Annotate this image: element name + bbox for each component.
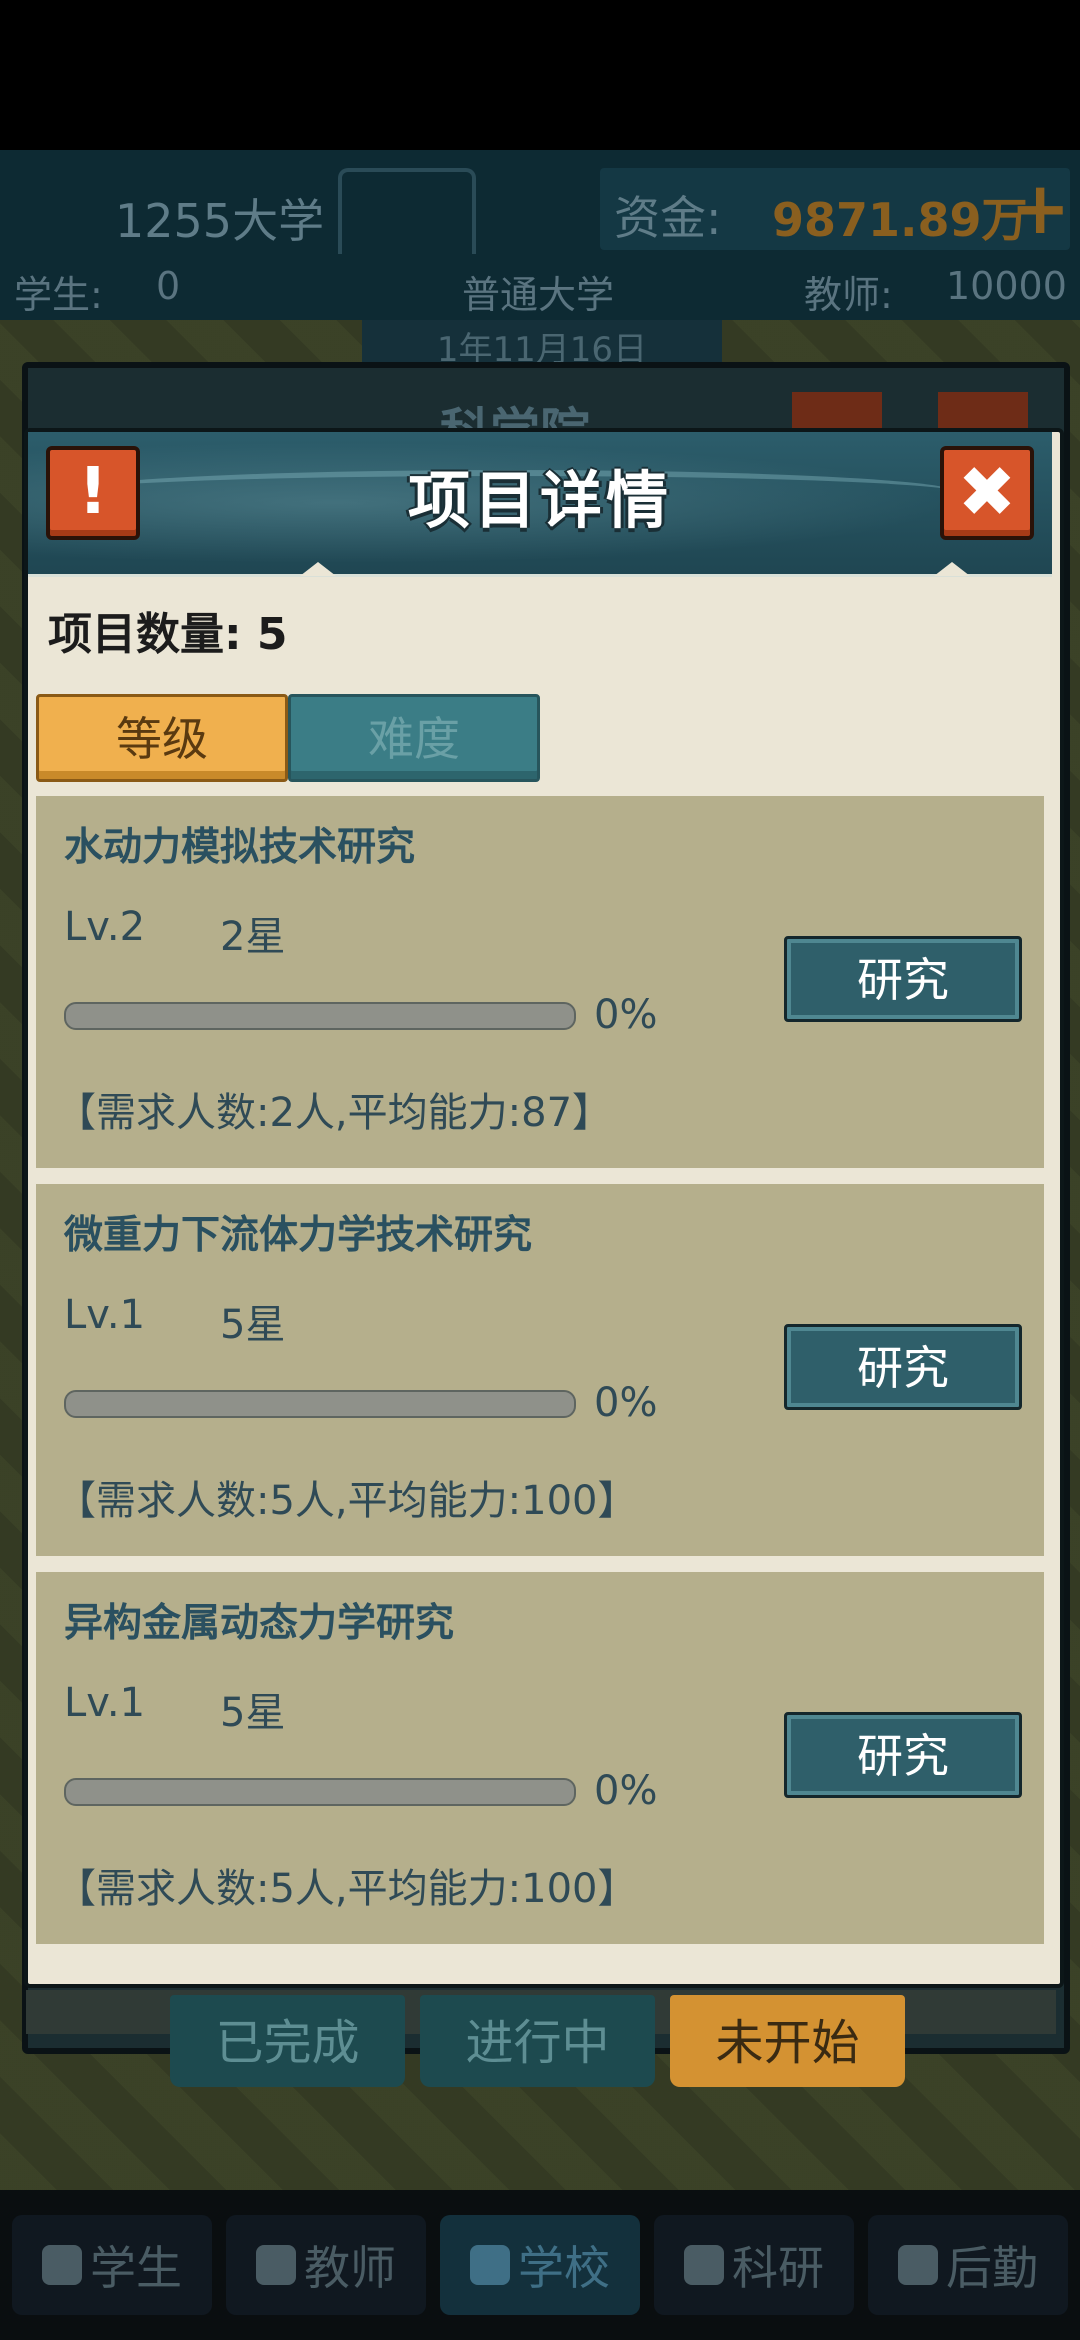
nav-research[interactable]: 科研 (654, 2215, 854, 2315)
school-name: 1255大学 (115, 194, 325, 248)
project-level: Lv.1 (64, 1292, 146, 1338)
funds-value: 9871.89万 (772, 193, 1028, 247)
filter-tab-difficulty[interactable]: 难度 (288, 694, 540, 782)
project-level: Lv.2 (64, 904, 146, 950)
school-icon (470, 2245, 510, 2285)
project-requirement: 【需求人数:5人,平均能力:100】 (56, 1478, 638, 1524)
dialog-title: 项目详情 (407, 464, 672, 537)
nav-school[interactable]: 学校 (440, 2215, 640, 2315)
project-count: 项目数量: 5 (48, 609, 288, 660)
close-icon[interactable]: ✖ (940, 446, 1034, 540)
nav-teachers-label: 教师 (304, 2241, 396, 2295)
school-type: 普通大学 (462, 273, 615, 317)
nav-logistics-label: 后勤 (946, 2241, 1038, 2295)
filter-tab-level[interactable]: 等级 (36, 694, 288, 782)
project-item: 水动力模拟技术研究 Lv.2 2星 0% 【需求人数:2人,平均能力:87】 研… (36, 796, 1044, 1168)
project-item: 异构金属动态力学研究 Lv.1 5星 0% 【需求人数:5人,平均能力:100】… (36, 1572, 1044, 1944)
teachers-value: 10000 (946, 264, 1067, 308)
nav-research-label: 科研 (732, 2241, 824, 2295)
research-button[interactable]: 研究 (784, 1324, 1022, 1410)
project-item: 微重力下流体力学技术研究 Lv.1 5星 0% 【需求人数:5人,平均能力:10… (36, 1184, 1044, 1556)
project-stars: 5星 (220, 1690, 286, 1736)
progress-percent: 0% (594, 1768, 658, 1814)
students-label: 学生: (14, 273, 103, 317)
tab-not-started[interactable]: 未开始 (670, 1995, 905, 2087)
teacher-icon (256, 2245, 296, 2285)
project-list[interactable]: 水动力模拟技术研究 Lv.2 2星 0% 【需求人数:2人,平均能力:87】 研… (28, 790, 1052, 1970)
nav-students-label: 学生 (90, 2241, 182, 2295)
flask-icon (684, 2245, 724, 2285)
nav-students[interactable]: 学生 (12, 2215, 212, 2315)
project-title: 异构金属动态力学研究 (64, 1601, 455, 1646)
nav-teachers[interactable]: 教师 (226, 2215, 426, 2315)
project-title: 微重力下流体力学技术研究 (64, 1213, 533, 1258)
progress-bar (64, 1390, 576, 1418)
students-value: 0 (156, 264, 181, 308)
teachers-label: 教师: (804, 273, 893, 317)
nav-school-label: 学校 (518, 2241, 610, 2295)
status-bar (0, 0, 1080, 150)
project-stars: 2星 (220, 914, 286, 960)
project-requirement: 【需求人数:2人,平均能力:87】 (56, 1090, 613, 1136)
project-title: 水动力模拟技术研究 (64, 825, 416, 870)
progress-bar (64, 1002, 576, 1030)
progress-percent: 0% (594, 1380, 658, 1426)
header-notch-left (300, 562, 336, 576)
school-building-icon (338, 168, 476, 254)
tab-completed[interactable]: 已完成 (170, 1995, 405, 2087)
funds-label: 资金: (614, 191, 722, 245)
progress-bar (64, 1778, 576, 1806)
header-notch-right (934, 562, 970, 576)
nav-logistics[interactable]: 后勤 (868, 2215, 1068, 2315)
research-button[interactable]: 研究 (784, 1712, 1022, 1798)
project-level: Lv.1 (64, 1680, 146, 1726)
student-icon (42, 2245, 82, 2285)
project-stars: 5星 (220, 1302, 286, 1348)
alert-icon[interactable]: ! (46, 446, 140, 540)
project-requirement: 【需求人数:5人,平均能力:100】 (56, 1866, 638, 1912)
clipboard-icon (898, 2245, 938, 2285)
research-button[interactable]: 研究 (784, 936, 1022, 1022)
plus-icon[interactable]: + (1010, 172, 1070, 244)
tab-in-progress[interactable]: 进行中 (420, 1995, 655, 2087)
progress-percent: 0% (594, 992, 658, 1038)
